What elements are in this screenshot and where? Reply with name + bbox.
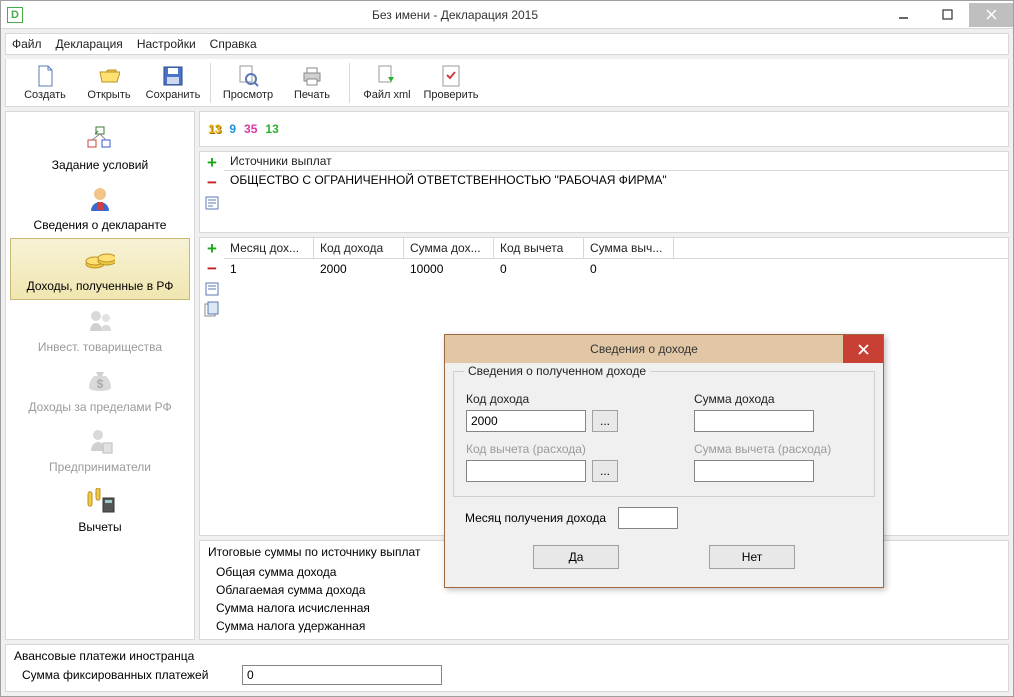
advance-panel: Авансовые платежи иностранца Сумма фикси… [5, 644, 1009, 692]
window-title: Без имени - Декларация 2015 [29, 8, 881, 22]
sidebar-item-label: Инвест. товарищества [38, 340, 162, 354]
preview-icon [237, 65, 259, 87]
print-icon [301, 65, 323, 87]
app-icon: D [7, 7, 23, 23]
remove-source-button[interactable]: − [203, 174, 221, 192]
xml-icon [376, 65, 398, 87]
amount-input[interactable] [694, 410, 814, 432]
dialog-title: Сведения о доходе [445, 342, 843, 356]
close-button[interactable] [969, 3, 1013, 27]
taxable-income-label: Облагаемая сумма дохода [208, 583, 408, 597]
titlebar: D Без имени - Декларация 2015 [1, 1, 1013, 29]
person-icon [85, 184, 115, 214]
sidebar-item-label: Задание условий [52, 158, 148, 172]
advance-fixed-input[interactable] [242, 665, 442, 685]
moneybag-icon: $ [85, 366, 115, 396]
tax-calculated-label: Сумма налога исчисленная [208, 601, 408, 615]
ded-code-lookup-button: ... [592, 460, 618, 482]
menu-file[interactable]: Файл [12, 37, 42, 51]
coins-icon [85, 245, 115, 275]
source-row[interactable]: ОБЩЕСТВО С ОГРАНИЧЕННОЙ ОТВЕТСТВЕННОСТЬЮ… [224, 171, 1008, 189]
ded-code-input [466, 460, 586, 482]
menu-declaration[interactable]: Декларация [56, 37, 123, 51]
new-button[interactable]: Создать [14, 61, 76, 105]
print-button[interactable]: Печать [281, 61, 343, 105]
rate-9[interactable]: 9 [229, 122, 236, 136]
menu-settings[interactable]: Настройки [137, 37, 196, 51]
rate-35[interactable]: 35 [244, 122, 257, 136]
sidebar-item-abroad: $ Доходы за пределами РФ [10, 360, 190, 420]
rate-13a[interactable]: 13 [208, 122, 221, 136]
code-input[interactable] [466, 410, 586, 432]
save-icon [162, 65, 184, 87]
tree-icon [85, 124, 115, 154]
new-doc-icon [34, 65, 56, 87]
deductions-icon [85, 486, 115, 516]
folder-open-icon [98, 65, 120, 87]
toolbar: Создать Открыть Сохранить Просмотр Печат… [5, 59, 1009, 107]
add-income-button[interactable]: + [203, 240, 221, 258]
add-source-button[interactable]: + [203, 154, 221, 172]
code-label: Код дохода [466, 392, 634, 406]
th-ded-amount[interactable]: Сумма выч... [584, 238, 674, 258]
sidebar-item-entrepreneur: Предприниматели [10, 420, 190, 480]
amount-label: Сумма дохода [694, 392, 862, 406]
ded-code-label: Код вычета (расхода) [466, 442, 634, 456]
income-table-header: Месяц дох... Код дохода Сумма дох... Код… [224, 238, 1008, 259]
check-icon [440, 65, 462, 87]
sidebar-item-label: Предприниматели [49, 460, 151, 474]
advance-fixed-label: Сумма фиксированных платежей [14, 668, 234, 682]
th-month[interactable]: Месяц дох... [224, 238, 314, 258]
sidebar-item-conditions[interactable]: Задание условий [10, 118, 190, 178]
sidebar-item-label: Доходы, полученные в РФ [27, 279, 174, 293]
check-button[interactable]: Проверить [420, 61, 482, 105]
income-fieldset: Сведения о полученном доходе Код дохода … [453, 371, 875, 497]
xml-button[interactable]: Файл xml [356, 61, 418, 105]
preview-button[interactable]: Просмотр [217, 61, 279, 105]
edit-income-button[interactable] [203, 280, 221, 298]
rate-bar: 13 9 35 13 [199, 111, 1009, 147]
copy-income-button[interactable] [203, 300, 221, 318]
tax-withheld-label: Сумма налога удержанная [208, 619, 408, 633]
sidebar-item-deductions[interactable]: Вычеты [10, 480, 190, 540]
th-ded-code[interactable]: Код вычета [494, 238, 584, 258]
sidebar: Задание условий Сведения о декларанте До… [5, 111, 195, 640]
advance-header: Авансовые платежи иностранца [14, 649, 1000, 663]
sources-panel: + − Источники выплат ОБЩЕСТВО С ОГРАНИЧЕ… [199, 151, 1009, 233]
save-button[interactable]: Сохранить [142, 61, 204, 105]
entrepreneur-icon [85, 426, 115, 456]
remove-income-button[interactable]: − [203, 260, 221, 278]
svg-text:$: $ [97, 377, 104, 391]
code-lookup-button[interactable]: ... [592, 410, 618, 432]
menu-help[interactable]: Справка [210, 37, 257, 51]
yes-button[interactable]: Да [533, 545, 619, 569]
edit-source-button[interactable] [203, 194, 221, 212]
ded-amount-input [694, 460, 814, 482]
sidebar-item-label: Доходы за пределами РФ [28, 400, 171, 414]
sources-header: Источники выплат [224, 152, 1008, 171]
minimize-button[interactable] [881, 3, 925, 27]
month-label: Месяц получения дохода [465, 511, 606, 525]
total-income-label: Общая сумма дохода [208, 565, 408, 579]
dialog-close-button[interactable] [843, 335, 883, 363]
open-button[interactable]: Открыть [78, 61, 140, 105]
sidebar-item-declarant[interactable]: Сведения о декларанте [10, 178, 190, 238]
sidebar-item-label: Вычеты [78, 520, 121, 534]
table-row[interactable]: 1 2000 10000 0 0 [224, 259, 1008, 279]
th-amount[interactable]: Сумма дох... [404, 238, 494, 258]
th-code[interactable]: Код дохода [314, 238, 404, 258]
menubar: Файл Декларация Настройки Справка [5, 33, 1009, 55]
month-input[interactable] [618, 507, 678, 529]
rate-13b[interactable]: 13 [265, 122, 278, 136]
fieldset-legend: Сведения о полученном доходе [464, 364, 650, 378]
ded-amount-label: Сумма вычета (расхода) [694, 442, 862, 456]
sidebar-item-label: Сведения о декларанте [34, 218, 167, 232]
income-dialog: Сведения о доходе Сведения о полученном … [444, 334, 884, 588]
no-button[interactable]: Нет [709, 545, 795, 569]
maximize-button[interactable] [925, 3, 969, 27]
sidebar-item-invest: Инвест. товарищества [10, 300, 190, 360]
invest-icon [85, 306, 115, 336]
sidebar-item-incomes-rf[interactable]: Доходы, полученные в РФ [10, 238, 190, 300]
